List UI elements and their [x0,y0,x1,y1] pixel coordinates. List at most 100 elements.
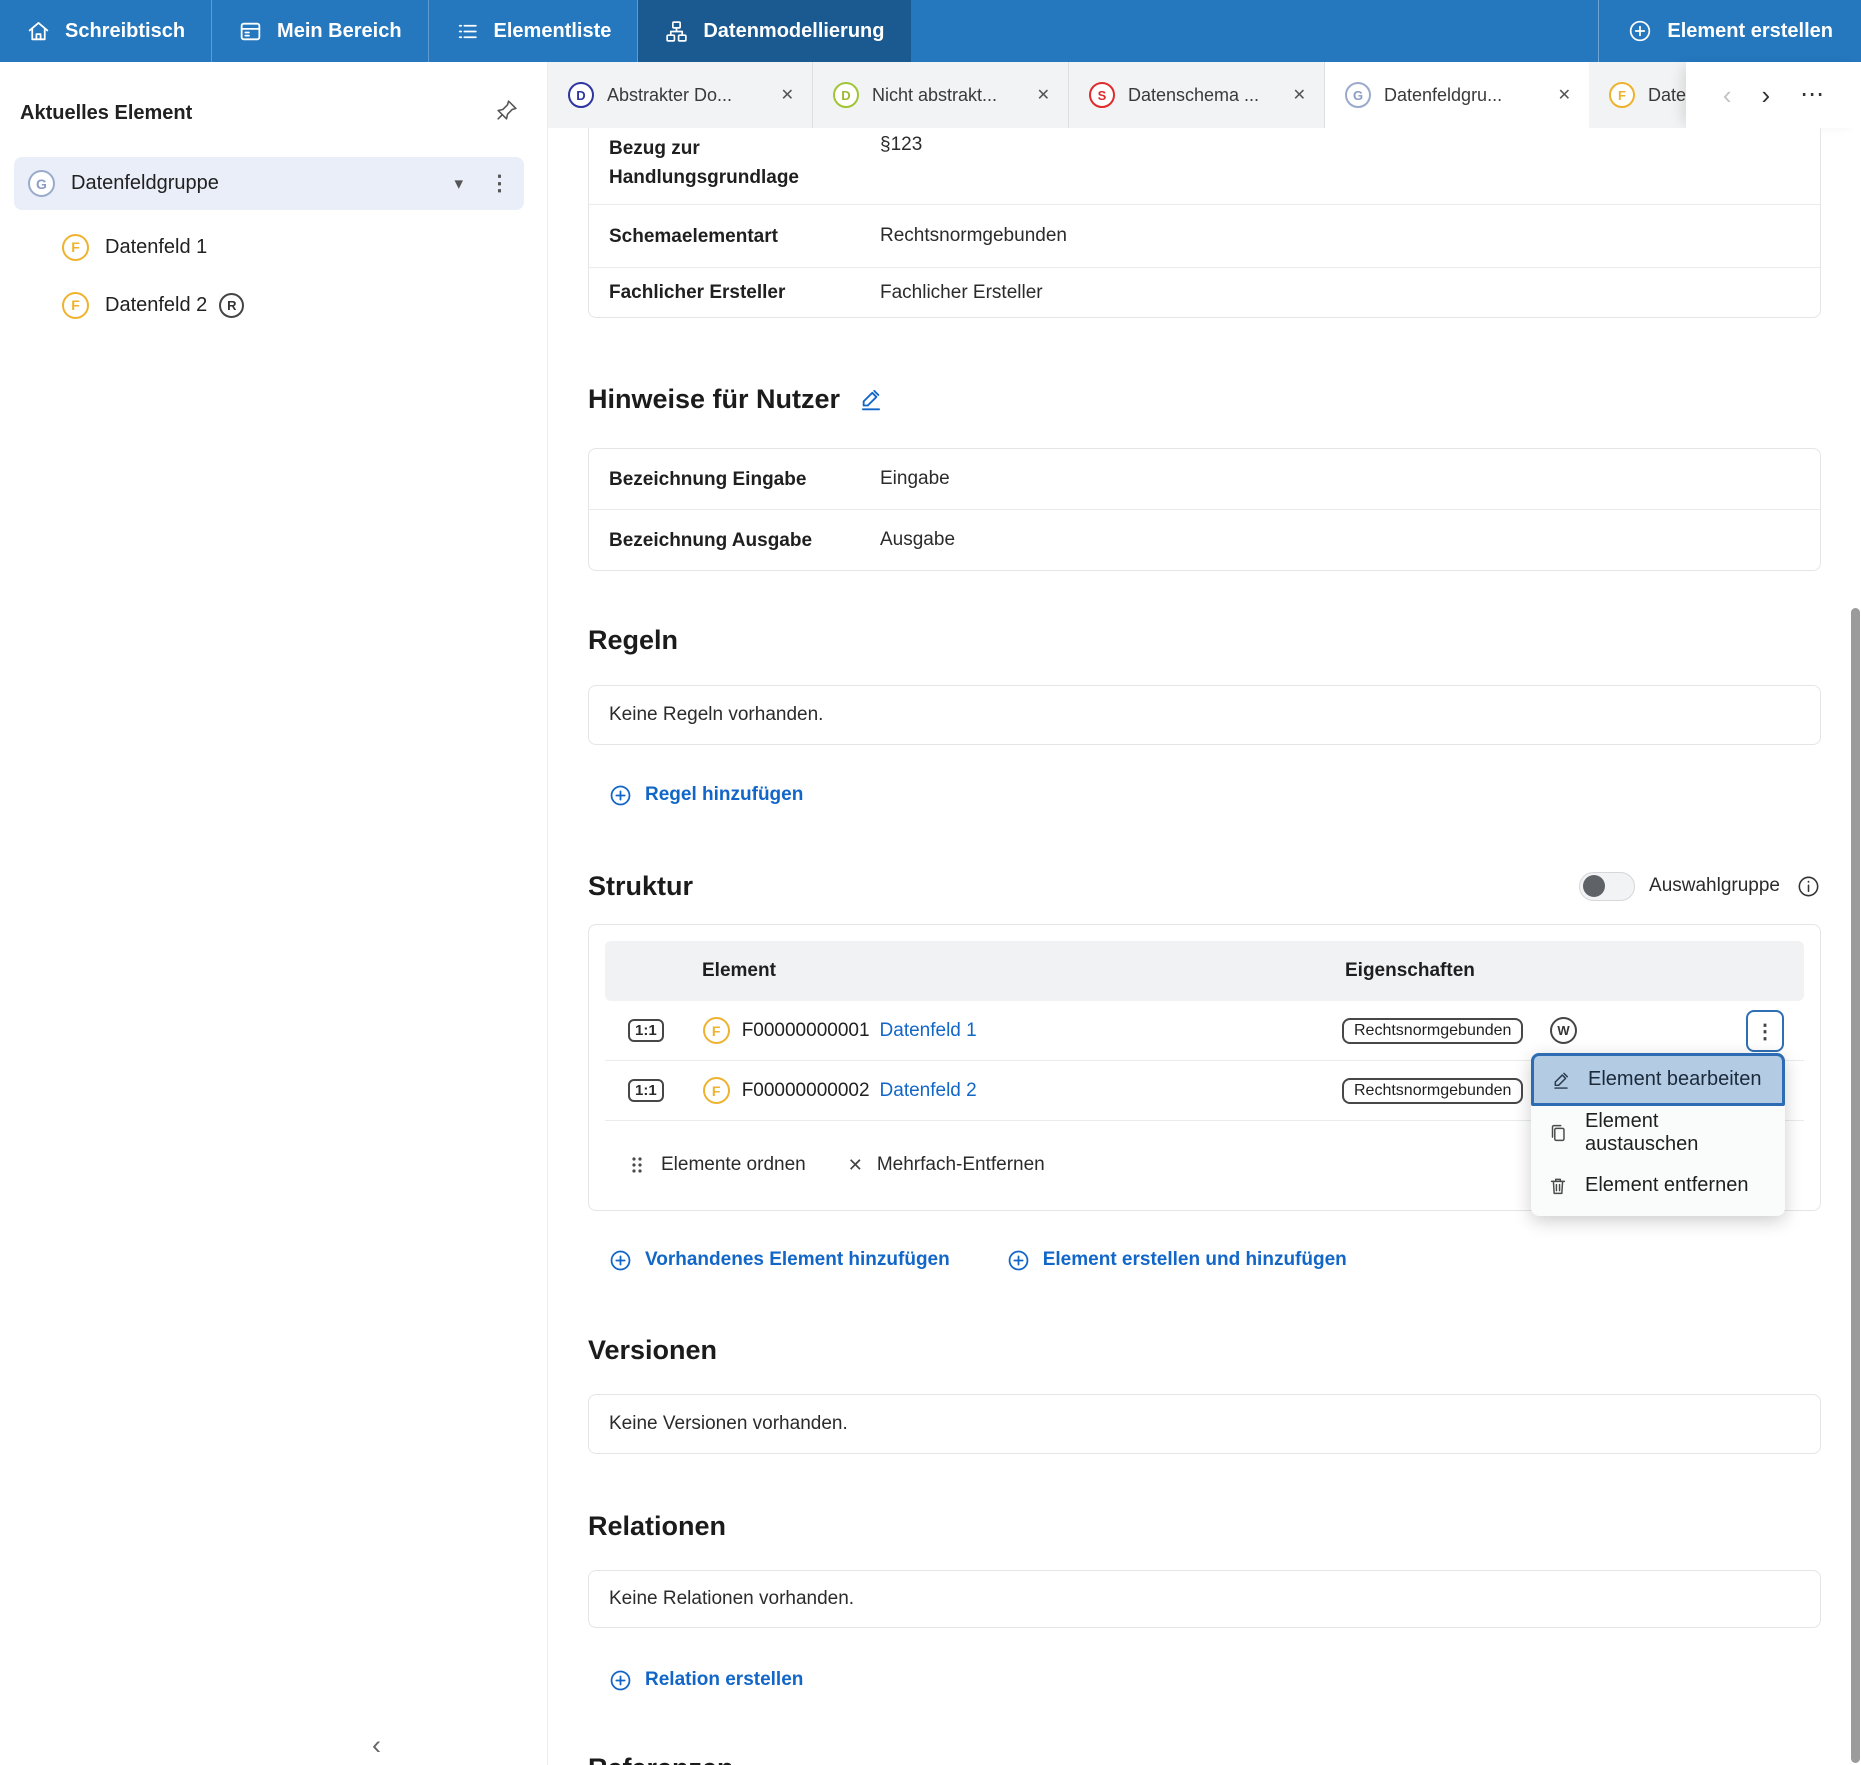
detail-label: Schemaelementart [609,222,880,251]
nav-spacer [911,0,1599,62]
drag-handle-icon [627,1155,647,1175]
trash-icon [1547,1175,1569,1197]
section-title-hinweise: Hinweise für Nutzer [588,382,840,416]
plus-circle-icon [1627,18,1653,44]
sidebar-item-label: Datenfeld 1 [105,236,207,259]
detail-label: Bezeichnung Ausgabe [609,526,880,555]
detail-row: Bezeichnung Eingabe Eingabe [589,449,1820,510]
home-icon [26,19,51,44]
group-letter-icon: G [1345,82,1371,108]
field-letter-icon: F [703,1017,730,1044]
element-erstellen-und-hinzufuegen-link[interactable]: Element erstellen und hinzufügen [1006,1248,1347,1273]
menu-item-label: Element bearbeiten [1588,1068,1761,1091]
sidebar-item-label: Datenfeldgruppe [71,172,219,195]
document-letter-icon: D [568,82,594,108]
elemente-ordnen-button[interactable]: Elemente ordnen [627,1154,806,1176]
tab-datenschema[interactable]: S Datenschema ... ✕ [1069,62,1325,128]
hinweise-box: Bezeichnung Eingabe Eingabe Bezeichnung … [588,448,1821,571]
info-icon[interactable] [1796,874,1821,899]
detail-row: Bezeichnung Ausgabe Ausgabe [589,510,1820,570]
menu-item-label: Element austauschen [1585,1110,1769,1156]
section-title-referenzen: Referenzen [588,1751,734,1765]
schema-letter-icon: S [1089,82,1115,108]
detail-row: Bezug zur Handlungsgrundlage §123 [589,128,1820,205]
sidebar-item-datenfeldgruppe[interactable]: G Datenfeldgruppe ▾ ⋮ [14,157,524,210]
vorhandenes-element-hinzufuegen-link[interactable]: Vorhandenes Element hinzufügen [608,1248,950,1273]
tab-datenfeldgruppe-active[interactable]: G Datenfeldgru... ✕ [1325,62,1589,128]
tab-datenfeld-clipped[interactable]: F Date [1589,62,1686,128]
close-icon[interactable]: ✕ [1021,85,1050,105]
toggle-label: Auswahlgruppe [1649,875,1780,897]
chevron-down-icon[interactable]: ▾ [454,174,463,194]
menu-item-element-austauschen[interactable]: Element austauschen [1531,1106,1785,1159]
tab-scroll-left-icon[interactable]: ‹ [1723,82,1732,108]
menu-item-element-entfernen[interactable]: Element entfernen [1531,1159,1785,1212]
tool-label: Elemente ordnen [661,1154,806,1176]
element-name-link[interactable]: Datenfeld 2 [880,1080,977,1102]
close-icon[interactable]: ✕ [1542,85,1571,105]
vertical-scrollbar[interactable] [1851,608,1860,1763]
sidebar-item-datenfeld-1[interactable]: F Datenfeld 1 [0,218,547,276]
regel-hinzufuegen-link[interactable]: Regel hinzufügen [608,783,803,808]
sidebar-item-label: Datenfeld 2 [105,294,207,317]
add-link-label: Regel hinzufügen [645,784,803,806]
section-title-regeln: Regeln [588,623,678,657]
desk-icon [238,19,263,44]
edit-pencil-icon [1550,1069,1572,1091]
tab-nicht-abstrakt[interactable]: D Nicht abstrakt... ✕ [813,62,1069,128]
tab-label: Abstrakter Do... [607,85,732,106]
tab-scroll-controls: ‹ › ⋯ [1686,62,1861,128]
table-row: 1:1 F F00000000001 Datenfeld 1 Rechtsnor… [605,1001,1804,1061]
auswahlgruppe-toggle[interactable] [1579,872,1635,901]
field-letter-icon: F [1609,82,1635,108]
sidebar-aktuelles-element: Aktuelles Element G Datenfeldgruppe ▾ ⋮ … [0,62,547,1765]
empty-state-text: Keine Relationen vorhanden. [609,1588,854,1610]
edit-pencil-icon[interactable] [858,386,884,412]
plus-circle-icon [1006,1248,1031,1273]
pin-icon[interactable] [494,98,519,128]
empty-state-text: Keine Regeln vorhanden. [609,704,823,726]
element-erstellen-button[interactable]: Element erstellen [1598,0,1861,62]
nav-item-label: Elementliste [494,20,612,43]
field-letter-icon: F [62,292,89,319]
detail-label: Bezug zur Handlungsgrundlage [609,134,880,192]
close-icon[interactable]: ✕ [765,85,794,105]
detail-row: Fachlicher Ersteller Fachlicher Erstelle… [589,268,1820,317]
detail-value: Ausgabe [880,529,955,551]
table-header: Element Eigenschaften [605,941,1804,1001]
add-link-label: Element erstellen und hinzufügen [1043,1249,1347,1271]
sidebar-collapse-icon[interactable]: ‹ [372,1730,381,1761]
detail-row: Schemaelementart Rechtsnormgebunden [589,205,1820,268]
plus-circle-icon [608,1248,633,1273]
row-actions-kebab-button[interactable]: ⋮ [1746,1010,1784,1052]
nav-item-schreibtisch[interactable]: Schreibtisch [0,0,212,62]
column-header-element: Element [702,960,1345,982]
cardinality-badge: 1:1 [628,1079,664,1102]
close-icon[interactable]: ✕ [1277,85,1306,105]
group-letter-icon: G [28,170,55,197]
section-title-struktur: Struktur [588,869,693,903]
nav-item-label: Datenmodellierung [703,20,884,43]
sidebar-item-datenfeld-2[interactable]: F Datenfeld 2 R [0,276,547,334]
tab-scroll-right-icon[interactable]: › [1762,82,1771,108]
property-badge: Rechtsnormgebunden [1342,1078,1523,1104]
main-area: D Abstrakter Do... ✕ D Nicht abstrakt...… [547,62,1861,1765]
field-letter-icon: F [62,234,89,261]
menu-item-element-bearbeiten[interactable]: Element bearbeiten [1531,1053,1785,1106]
kebab-menu-icon[interactable]: ⋮ [489,173,510,194]
nav-item-mein-bereich[interactable]: Mein Bereich [212,0,428,62]
detail-value: Rechtsnormgebunden [880,225,1067,247]
tab-overflow-icon[interactable]: ⋯ [1800,83,1825,107]
mehrfach-entfernen-button[interactable]: ✕ Mehrfach-Entfernen [848,1154,1045,1176]
nav-item-datenmodellierung[interactable]: Datenmodellierung [638,0,910,62]
relation-erstellen-link[interactable]: Relation erstellen [608,1668,803,1693]
detail-value: Eingabe [880,468,950,490]
versionen-empty-box: Keine Versionen vorhanden. [588,1394,1821,1454]
detail-label: Bezeichnung Eingabe [609,465,880,494]
nav-item-elementliste[interactable]: Elementliste [429,0,639,62]
r-status-badge: R [219,293,244,318]
tab-abstrakter-do[interactable]: D Abstrakter Do... ✕ [548,62,813,128]
tab-label: Nicht abstrakt... [872,85,997,106]
element-name-link[interactable]: Datenfeld 1 [880,1020,977,1042]
detail-label: Fachlicher Ersteller [609,278,880,307]
